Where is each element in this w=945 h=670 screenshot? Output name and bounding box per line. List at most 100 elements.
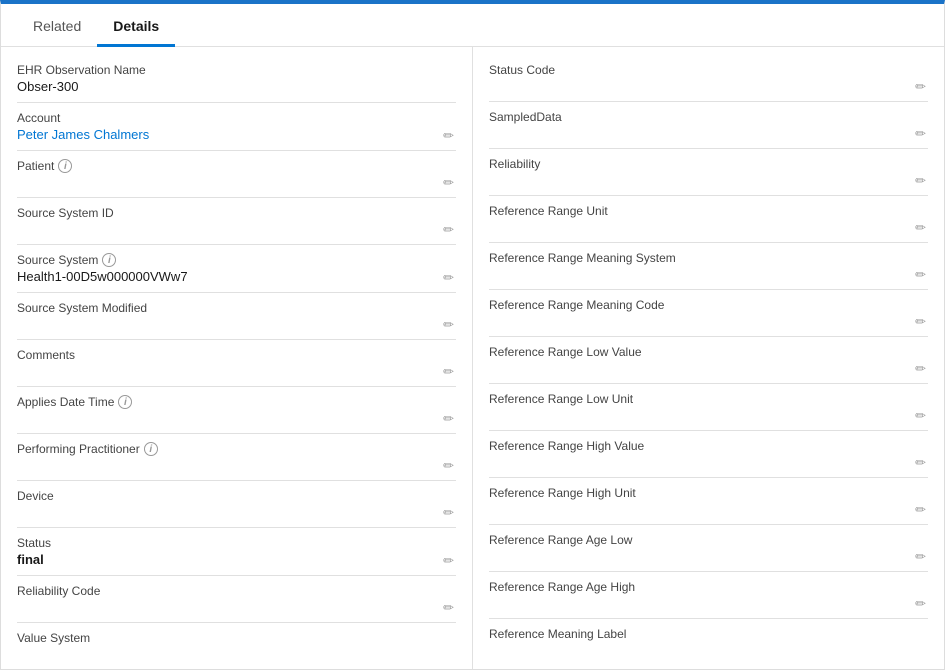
field-label-reference-meaning-label: Reference Meaning Label bbox=[489, 627, 928, 641]
field-value-reference-range-low-unit bbox=[489, 408, 928, 426]
field-value-source-system-id bbox=[17, 222, 456, 240]
field-patient: Patienti ✏ bbox=[17, 151, 456, 198]
field-label-sampled-data: SampledData bbox=[489, 110, 928, 124]
field-label-status-code: Status Code bbox=[489, 63, 928, 77]
field-status: Statusfinal✏ bbox=[17, 528, 456, 576]
edit-icon-source-system-modified[interactable]: ✏ bbox=[443, 317, 454, 333]
field-label-account: Account bbox=[17, 111, 456, 125]
field-ehr-obs-name: EHR Observation Name Obser-300 bbox=[17, 55, 456, 103]
field-value-value-system bbox=[17, 647, 456, 665]
info-icon-applies-date-time[interactable]: i bbox=[118, 395, 132, 409]
field-label-value-system: Value System bbox=[17, 631, 456, 645]
edit-icon-status[interactable]: ✏ bbox=[443, 553, 454, 569]
field-value-ehr-obs-name: Obser-300 bbox=[17, 79, 456, 98]
edit-icon-reference-range-age-high[interactable]: ✏ bbox=[915, 596, 926, 612]
field-device: Device ✏ bbox=[17, 481, 456, 528]
edit-icon-comments[interactable]: ✏ bbox=[443, 364, 454, 380]
field-label-reliability-code: Reliability Code bbox=[17, 584, 456, 598]
field-account: Account Peter James Chalmers✏ bbox=[17, 103, 456, 151]
field-reliability-code: Reliability Code ✏ bbox=[17, 576, 456, 623]
edit-icon-source-system[interactable]: ✏ bbox=[443, 270, 454, 286]
field-reference-range-high-value: Reference Range High Value ✏ bbox=[489, 431, 928, 478]
field-value-system: Value System bbox=[17, 623, 456, 669]
field-reliability: Reliability ✏ bbox=[489, 149, 928, 196]
field-label-reference-range-high-value: Reference Range High Value bbox=[489, 439, 928, 453]
field-comments: Comments ✏ bbox=[17, 340, 456, 387]
field-value-reliability bbox=[489, 173, 928, 191]
edit-icon-reference-range-high-value[interactable]: ✏ bbox=[915, 455, 926, 471]
field-value-status-code bbox=[489, 79, 928, 97]
field-reference-range-low-value: Reference Range Low Value ✏ bbox=[489, 337, 928, 384]
field-value-account[interactable]: Peter James Chalmers bbox=[17, 127, 456, 146]
field-value-performing-practitioner bbox=[17, 458, 456, 476]
edit-icon-reference-range-low-value[interactable]: ✏ bbox=[915, 361, 926, 377]
field-label-reference-range-high-unit: Reference Range High Unit bbox=[489, 486, 928, 500]
field-label-reference-range-meaning-code: Reference Range Meaning Code bbox=[489, 298, 928, 312]
left-column: EHR Observation Name Obser-300 Account Pete… bbox=[1, 47, 473, 669]
field-value-reference-range-high-unit bbox=[489, 502, 928, 520]
field-value-reference-range-high-value bbox=[489, 455, 928, 473]
field-label-source-system: Source Systemi bbox=[17, 253, 456, 267]
edit-icon-device[interactable]: ✏ bbox=[443, 505, 454, 521]
field-value-reference-range-meaning-system bbox=[489, 267, 928, 285]
field-label-reference-range-low-unit: Reference Range Low Unit bbox=[489, 392, 928, 406]
edit-icon-reference-range-unit[interactable]: ✏ bbox=[915, 220, 926, 236]
field-label-patient: Patienti bbox=[17, 159, 456, 173]
edit-icon-sampled-data[interactable]: ✏ bbox=[915, 126, 926, 142]
edit-icon-reliability[interactable]: ✏ bbox=[915, 173, 926, 189]
field-label-comments: Comments bbox=[17, 348, 456, 362]
field-value-reliability-code bbox=[17, 600, 456, 618]
edit-icon-patient[interactable]: ✏ bbox=[443, 175, 454, 191]
field-reference-range-meaning-code: Reference Range Meaning Code ✏ bbox=[489, 290, 928, 337]
tab-details[interactable]: Details bbox=[97, 4, 175, 47]
field-reference-range-unit: Reference Range Unit ✏ bbox=[489, 196, 928, 243]
field-value-sampled-data bbox=[489, 126, 928, 144]
field-sampled-data: SampledData ✏ bbox=[489, 102, 928, 149]
field-value-reference-range-age-low bbox=[489, 549, 928, 567]
edit-icon-reliability-code[interactable]: ✏ bbox=[443, 600, 454, 616]
field-label-source-system-modified: Source System Modified bbox=[17, 301, 456, 315]
field-applies-date-time: Applies Date Timei✏ bbox=[17, 387, 456, 434]
field-value-source-system-modified bbox=[17, 317, 456, 335]
field-value-device bbox=[17, 505, 456, 523]
edit-icon-applies-date-time[interactable]: ✏ bbox=[443, 411, 454, 427]
field-status-code: Status Code ✏ bbox=[489, 55, 928, 102]
app-container: RelatedDetails EHR Observation Name Obser… bbox=[0, 0, 945, 670]
edit-icon-reference-range-meaning-code[interactable]: ✏ bbox=[915, 314, 926, 330]
field-label-reliability: Reliability bbox=[489, 157, 928, 171]
edit-icon-reference-range-meaning-system[interactable]: ✏ bbox=[915, 267, 926, 283]
field-reference-range-high-unit: Reference Range High Unit ✏ bbox=[489, 478, 928, 525]
field-label-reference-range-low-value: Reference Range Low Value bbox=[489, 345, 928, 359]
edit-icon-reference-range-high-unit[interactable]: ✏ bbox=[915, 502, 926, 518]
edit-icon-reference-range-low-unit[interactable]: ✏ bbox=[915, 408, 926, 424]
field-source-system-id: Source System ID ✏ bbox=[17, 198, 456, 245]
info-icon-source-system[interactable]: i bbox=[102, 253, 116, 267]
edit-icon-performing-practitioner[interactable]: ✏ bbox=[443, 458, 454, 474]
field-label-reference-range-meaning-system: Reference Range Meaning System bbox=[489, 251, 928, 265]
field-label-reference-range-age-high: Reference Range Age High bbox=[489, 580, 928, 594]
field-label-performing-practitioner: Performing Practitioneri bbox=[17, 442, 456, 456]
edit-icon-source-system-id[interactable]: ✏ bbox=[443, 222, 454, 238]
info-icon-performing-practitioner[interactable]: i bbox=[144, 442, 158, 456]
edit-icon-status-code[interactable]: ✏ bbox=[915, 79, 926, 95]
info-icon-patient[interactable]: i bbox=[58, 159, 72, 173]
field-label-ehr-obs-name: EHR Observation Name bbox=[17, 63, 456, 77]
field-performing-practitioner: Performing Practitioneri ✏ bbox=[17, 434, 456, 481]
field-reference-range-meaning-system: Reference Range Meaning System ✏ bbox=[489, 243, 928, 290]
fields-container: EHR Observation Name Obser-300 Account Pete… bbox=[1, 47, 944, 669]
tab-related[interactable]: Related bbox=[17, 4, 97, 47]
field-source-system: Source SystemiHealth1-00D5w000000VWw7✏ bbox=[17, 245, 456, 293]
field-reference-range-age-low: Reference Range Age Low✏ bbox=[489, 525, 928, 572]
field-value-comments bbox=[17, 364, 456, 382]
field-label-device: Device bbox=[17, 489, 456, 503]
field-label-reference-range-unit: Reference Range Unit bbox=[489, 204, 928, 218]
field-value-patient bbox=[17, 175, 456, 193]
edit-icon-reference-range-age-low[interactable]: ✏ bbox=[915, 549, 926, 565]
edit-icon-account[interactable]: ✏ bbox=[443, 128, 454, 144]
field-value-reference-meaning-label bbox=[489, 643, 928, 661]
field-reference-range-age-high: Reference Range Age High ✏ bbox=[489, 572, 928, 619]
field-label-source-system-id: Source System ID bbox=[17, 206, 456, 220]
field-value-reference-range-age-high bbox=[489, 596, 928, 614]
field-source-system-modified: Source System Modified ✏ bbox=[17, 293, 456, 340]
field-value-reference-range-meaning-code bbox=[489, 314, 928, 332]
